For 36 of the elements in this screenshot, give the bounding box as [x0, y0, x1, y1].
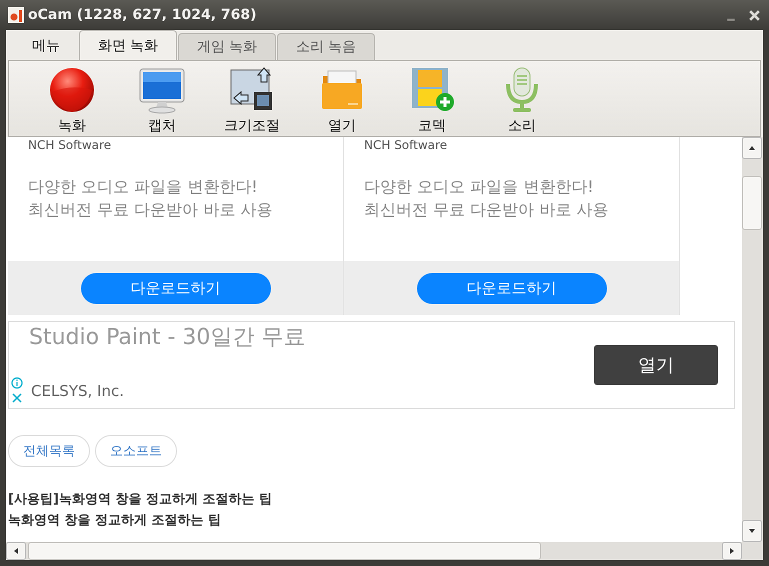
tip-link[interactable]: 녹화영역 창을 정교하게 조절하는 팁 — [8, 510, 742, 531]
window-title: oCam (1228, 627, 1024, 768) — [28, 7, 257, 23]
monitor-icon — [138, 66, 186, 114]
vertical-scrollbar[interactable] — [742, 137, 763, 542]
toolbar-button[interactable]: 크기조절 — [207, 61, 297, 136]
ad-description: 다양한 오디오 파일을 변환한다! 최신버전 무료 다운받아 바로 사용 — [28, 176, 274, 221]
category-chip[interactable]: 전체목록 — [8, 435, 90, 467]
toolbar-button[interactable]: 소리 — [477, 61, 567, 136]
scroll-down-button[interactable] — [742, 520, 762, 542]
download-button[interactable]: 다운로드하기 — [80, 272, 270, 304]
open-button[interactable]: 열기 — [594, 345, 718, 385]
publisher-text: NCH Software — [364, 137, 448, 153]
scroll-left-button[interactable] — [6, 542, 26, 560]
tab[interactable]: 게임 녹화 — [178, 33, 276, 60]
toolbar-button[interactable]: 녹화 — [27, 61, 117, 136]
scroll-thumb[interactable] — [742, 176, 762, 230]
tab[interactable]: 소리 녹음 — [277, 33, 375, 60]
advertiser-name: CELSYS, Inc. — [31, 382, 124, 400]
tip-link[interactable]: [사용팁]녹화영역 창을 정교하게 조절하는 팁 — [8, 489, 742, 510]
category-chip[interactable]: 오소프트 — [95, 435, 177, 467]
info-icon[interactable] — [11, 377, 23, 389]
scroll-thumb[interactable] — [28, 542, 541, 560]
scroll-right-button[interactable] — [722, 542, 742, 560]
scroll-up-button[interactable] — [742, 137, 762, 159]
app-icon — [8, 7, 24, 23]
toolbar-button[interactable]: 코덱 — [387, 61, 477, 136]
menu-button[interactable]: 메뉴 — [14, 31, 78, 60]
record-icon — [48, 66, 96, 114]
ad-title: Studio Paint - 30일간 무료 — [28, 324, 306, 352]
download-button[interactable]: 다운로드하기 — [416, 272, 606, 304]
toolbar-button[interactable]: 열기 — [297, 61, 387, 136]
publisher-text: NCH Software — [28, 137, 112, 153]
horizontal-scrollbar[interactable] — [6, 542, 763, 560]
toolbar-button[interactable]: 캡처 — [117, 61, 207, 136]
tab[interactable]: 화면 녹화 — [79, 30, 177, 60]
ad-description: 다양한 오디오 파일을 변환한다! 최신버전 무료 다운받아 바로 사용 — [364, 176, 610, 221]
